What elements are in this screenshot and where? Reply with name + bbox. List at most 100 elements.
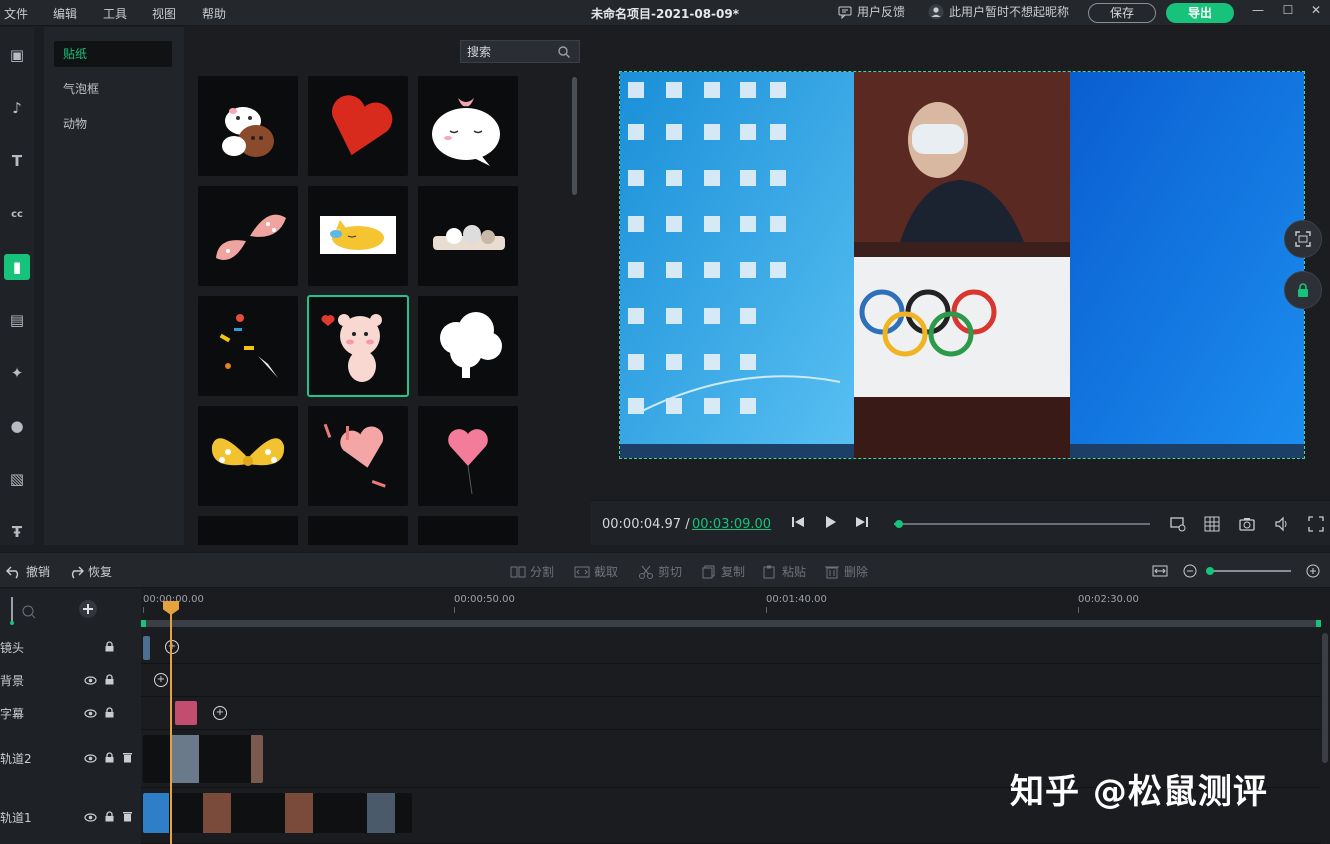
caption-icon[interactable]: cc: [4, 201, 30, 227]
lock-ratio-button[interactable]: [1284, 271, 1322, 309]
cartoon-cats-sticker[interactable]: [198, 76, 298, 176]
heart-balloon-sticker[interactable]: [418, 406, 518, 506]
timeline-zoom-slider[interactable]: [1206, 567, 1291, 575]
bear-heart-sticker[interactable]: [307, 295, 409, 397]
playhead[interactable]: [170, 603, 172, 844]
export-button[interactable]: 导出: [1166, 3, 1234, 23]
keyframe-add-icon[interactable]: +: [154, 673, 168, 687]
search-icon[interactable]: [557, 45, 571, 59]
effects-icon[interactable]: ✦: [4, 360, 30, 386]
redo-button[interactable]: 恢复: [68, 563, 112, 580]
zoom-handle[interactable]: [1206, 567, 1214, 575]
white-bun-sticker[interactable]: [418, 76, 518, 176]
pink-heart-sticker[interactable]: [308, 406, 408, 506]
grid-icon[interactable]: [1203, 515, 1221, 533]
paste-button[interactable]: 粘贴: [762, 563, 806, 580]
range-start-handle[interactable]: [141, 620, 146, 627]
zoom-out-icon[interactable]: [1182, 563, 1198, 579]
video-clip[interactable]: [143, 735, 263, 783]
search-box[interactable]: [460, 40, 580, 63]
title-template-icon[interactable]: Ŧ: [4, 519, 30, 545]
camera-clip[interactable]: [143, 636, 150, 660]
keyframe-add-icon[interactable]: +: [213, 706, 227, 720]
volume-icon[interactable]: [1273, 515, 1291, 533]
snapshot-icon[interactable]: [1238, 515, 1256, 533]
cut-label: 剪切: [658, 565, 683, 579]
playback-progress[interactable]: [894, 520, 1150, 528]
play-icon[interactable]: [822, 514, 838, 530]
sticker-icon[interactable]: ▮: [4, 254, 30, 280]
timeline-scrollbar[interactable]: [1322, 633, 1328, 763]
track-label-track1: 轨道1: [0, 811, 32, 825]
text-icon[interactable]: T: [4, 148, 30, 174]
split-button[interactable]: 分割: [510, 563, 554, 580]
music-icon[interactable]: ♪: [4, 95, 30, 121]
range-end-handle[interactable]: [1316, 620, 1321, 627]
red-heart-sticker[interactable]: [308, 76, 408, 176]
trash-icon[interactable]: [121, 811, 134, 822]
lock-icon[interactable]: [103, 674, 116, 685]
category-sticker[interactable]: 贴纸: [54, 41, 172, 67]
lock-icon[interactable]: [103, 752, 116, 763]
zoom-in-icon[interactable]: [1305, 563, 1321, 579]
paste-label: 粘贴: [782, 565, 807, 579]
eye-icon[interactable]: [84, 675, 97, 686]
menu-tools[interactable]: 工具: [103, 5, 127, 22]
feedback-link[interactable]: 用户反馈: [838, 3, 905, 20]
eye-icon[interactable]: [84, 708, 97, 719]
fit-timeline-icon[interactable]: [1152, 563, 1168, 579]
pink-butterfly-sticker[interactable]: [198, 186, 298, 286]
copy-button[interactable]: 复制: [701, 563, 745, 580]
category-animal[interactable]: 动物: [54, 111, 172, 137]
category-bubble[interactable]: 气泡框: [54, 76, 172, 102]
minimize-button[interactable]: —: [1251, 3, 1265, 17]
trash-icon[interactable]: [121, 752, 134, 763]
white-cloud-sticker[interactable]: [418, 296, 518, 396]
timeline-range-bar[interactable]: [141, 620, 1321, 627]
magnet-snap-icon[interactable]: [6, 595, 38, 625]
lock-icon[interactable]: [103, 811, 116, 822]
person-icon[interactable]: ●: [4, 413, 30, 439]
progress-handle[interactable]: [895, 520, 904, 528]
delete-button[interactable]: 删除: [824, 563, 868, 580]
user-profile[interactable]: 此用户暂时不想起昵称: [928, 3, 1069, 20]
add-track-icon[interactable]: [78, 599, 98, 619]
search-input[interactable]: [461, 44, 557, 59]
cut-button[interactable]: 剪切: [638, 563, 682, 580]
crop-button[interactable]: 截取: [574, 563, 618, 580]
menu-view[interactable]: 视图: [152, 5, 176, 22]
display-settings-icon[interactable]: [1169, 515, 1187, 533]
party-popper-sticker[interactable]: [198, 296, 298, 396]
maximize-button[interactable]: ☐: [1281, 3, 1295, 17]
close-button[interactable]: ✕: [1309, 3, 1323, 17]
eye-icon[interactable]: [84, 812, 97, 823]
menu-edit[interactable]: 编辑: [53, 5, 77, 22]
video-clip[interactable]: [143, 793, 412, 833]
next-frame-icon[interactable]: [854, 514, 870, 530]
undo-button[interactable]: 撤销: [6, 563, 50, 580]
fit-screen-button[interactable]: [1284, 220, 1322, 258]
list-item[interactable]: [418, 516, 518, 545]
list-item[interactable]: [198, 516, 298, 545]
media-icon[interactable]: ▣: [4, 42, 30, 68]
subtitle-clip[interactable]: [175, 701, 197, 725]
eye-icon[interactable]: [84, 753, 97, 764]
filter-icon[interactable]: ▧: [4, 466, 30, 492]
total-time[interactable]: 00:03:09.00: [692, 517, 771, 532]
previous-frame-icon[interactable]: [790, 514, 806, 530]
sleepy-cat-sticker[interactable]: [308, 186, 408, 286]
bubble-icon[interactable]: ▤: [4, 307, 30, 333]
list-item[interactable]: [308, 516, 408, 545]
track-background: [141, 664, 1321, 697]
yellow-bow-sticker[interactable]: [198, 406, 298, 506]
save-button[interactable]: 保存: [1088, 3, 1156, 23]
menu-help[interactable]: 帮助: [202, 5, 226, 22]
fullscreen-icon[interactable]: [1307, 515, 1325, 533]
lock-icon[interactable]: [103, 707, 116, 718]
keyframe-add-icon[interactable]: +: [165, 640, 179, 654]
library-scrollbar[interactable]: [572, 77, 577, 195]
menu-file[interactable]: 文件: [4, 5, 28, 22]
preview-canvas[interactable]: [619, 71, 1305, 459]
cats-peeking-sticker[interactable]: [418, 186, 518, 286]
lock-icon[interactable]: [103, 641, 116, 652]
